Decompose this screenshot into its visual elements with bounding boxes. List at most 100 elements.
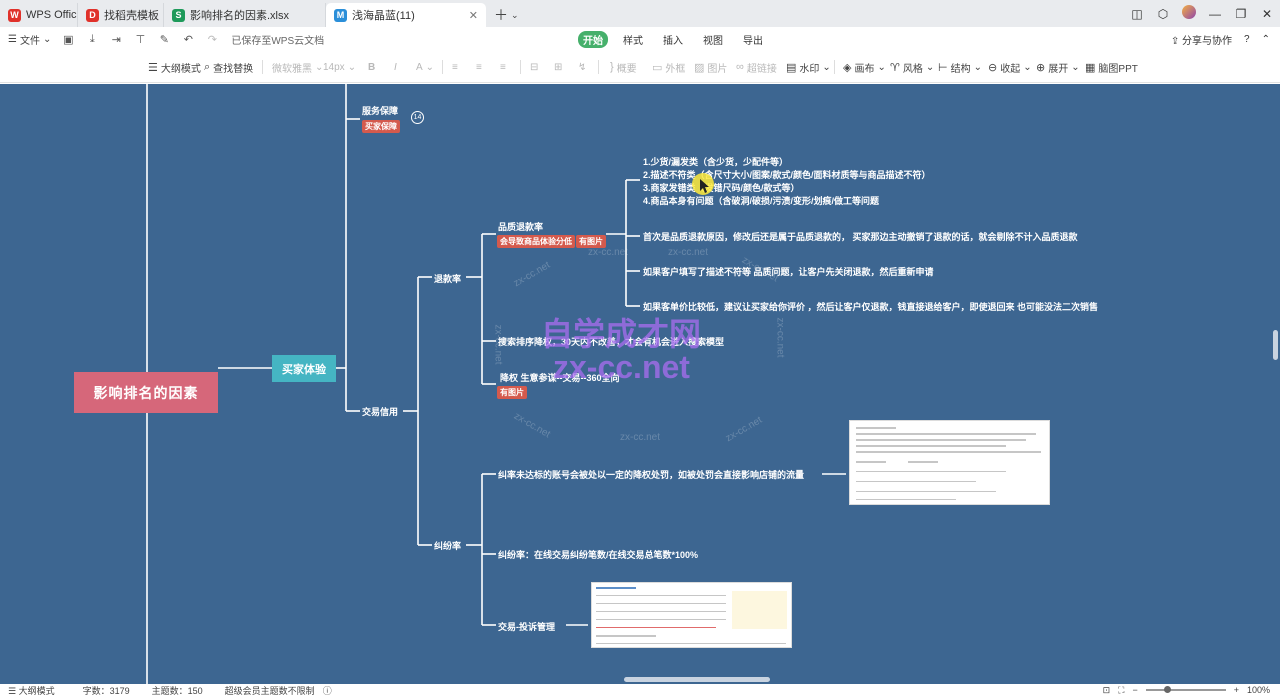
tag-buyer-guarantee[interactable]: 买家保障 <box>362 120 400 133</box>
zoom-slider[interactable] <box>1145 686 1226 693</box>
tab-wps-office[interactable]: W WPS Office <box>0 3 78 27</box>
root-topic[interactable]: 影响排名的因素 <box>74 372 218 413</box>
right-menu: ⇪ 分享与协作 ? ⌃ <box>1171 32 1270 47</box>
screenshot-thumbnail[interactable] <box>591 582 792 648</box>
menu-view[interactable]: 视图 <box>698 31 728 48</box>
tag-low-experience-score[interactable]: 会导致商品体验分低 <box>497 235 575 248</box>
zoom-out-icon[interactable]: − <box>1132 685 1137 695</box>
tab-spreadsheet[interactable]: S 影响排名的因素.xlsx <box>164 3 326 27</box>
pen-icon[interactable]: ✎ <box>157 33 171 47</box>
share-button[interactable]: ⇪ 分享与协作 <box>1171 32 1232 47</box>
mindmap-canvas[interactable]: zx-cc.net zx-cc.net zx-cc.net zx-cc.net … <box>0 84 1280 684</box>
summary-button[interactable]: } 概要 <box>610 60 637 75</box>
italic-button[interactable]: I <box>394 62 397 73</box>
font-size-select[interactable]: 14px ⌄ <box>323 62 356 73</box>
help-icon[interactable]: ? <box>1244 34 1250 45</box>
redo-icon[interactable]: ↷ <box>205 33 219 47</box>
chevron-down-icon: ⌄ <box>925 61 935 73</box>
badge-count[interactable]: 14 <box>411 111 424 124</box>
align-left-icon[interactable]: ≡ <box>452 62 458 73</box>
download-icon[interactable]: ⤓ <box>85 33 99 47</box>
canvas-button[interactable]: ◈ 画布 ⌄ <box>843 60 886 75</box>
menu-start[interactable]: 开始 <box>578 31 608 48</box>
find-replace-button[interactable]: ⌕ 查找替换 <box>204 60 253 75</box>
note-quality-item[interactable]: 3.商家发错类（发错尺码/颜色/款式等） <box>643 181 800 194</box>
note-refund-reapply[interactable]: 如果客户填写了描述不符等 品质问题，让客户先关闭退款，然后重新申请 <box>643 265 934 278</box>
align-right-icon[interactable]: ≡ <box>500 62 506 73</box>
note-quality-item[interactable]: 2.描述不符类（含尺寸大小/图案/款式/颜色/面料材质等与商品描述不符） <box>643 168 931 181</box>
close-window-icon[interactable]: ✕ <box>1254 7 1280 21</box>
file-menu[interactable]: ☰ 文件 ⌄ <box>8 32 51 47</box>
topic-dispute-rate[interactable]: 纠纷率 <box>434 539 461 552</box>
outline-toggle[interactable]: ☰ 大纲模式 <box>8 684 55 696</box>
minimize-icon[interactable]: — <box>1202 7 1228 21</box>
fullscreen-icon[interactable]: ⛶ <box>1118 685 1124 696</box>
structure-icon: ⊢ <box>938 61 948 74</box>
export-icon[interactable]: ⇥ <box>109 33 123 47</box>
outer-box-button[interactable]: ▭ 外框 <box>652 60 685 75</box>
font-family-select[interactable]: 微软雅黑 ⌄ <box>272 60 323 75</box>
menu-export[interactable]: 导出 <box>738 31 768 48</box>
link-icon: ∞ <box>736 61 744 73</box>
tag-has-image[interactable]: 有图片 <box>576 235 606 248</box>
tag-has-image[interactable]: 有图片 <box>497 386 527 399</box>
cube-icon[interactable]: ⬡ <box>1150 7 1176 21</box>
note-refund-only[interactable]: 如果客单价比较低，建议让买家给你评价 ，然后让客户仅退款，钱直接退给客户，即使退… <box>643 300 1098 313</box>
zoom-slider-thumb[interactable] <box>1163 686 1171 693</box>
topic-buyer-experience[interactable]: 买家体验 <box>272 355 336 382</box>
bold-button[interactable]: B <box>368 62 375 73</box>
topic-quality-refund-rate[interactable]: 品质退款率 <box>498 220 543 233</box>
brain-ppt-button[interactable]: ▦ 脑图PPT <box>1085 60 1138 75</box>
save-icon[interactable]: ▣ <box>61 33 75 47</box>
menu-insert[interactable]: 插入 <box>658 31 688 48</box>
zoom-level[interactable]: 100% <box>1247 685 1270 695</box>
status-bar: ☰ 大纲模式 字数：3179 主题数：150 超级会员主题数不限制 ⓘ ⊡ ⛶ … <box>0 684 1280 696</box>
font-color-button[interactable]: A ⌄ <box>416 62 434 73</box>
close-icon[interactable]: ✕ <box>461 9 478 22</box>
vip-note: 超级会员主题数不限制 <box>224 685 315 696</box>
topic-complaint-management[interactable]: 交易-投诉管理 <box>498 620 555 633</box>
topic-service-guarantee[interactable]: 服务保障 <box>362 104 398 117</box>
topic-trade-credit[interactable]: 交易信用 <box>362 405 398 418</box>
search-icon: ⌕ <box>204 60 211 73</box>
note-dispute-formula[interactable]: 纠纷率：在线交易纠纷笔数/在线交易总笔数*100% <box>498 548 698 561</box>
layout-icon[interactable]: ◫ <box>1124 7 1150 21</box>
zoom-in-icon[interactable]: + <box>1234 685 1239 695</box>
expand-button[interactable]: ⊕ 展开 ⌄ <box>1036 60 1080 75</box>
watermark-text: zx-cc.net <box>668 247 709 258</box>
note-quality-item[interactable]: 1.少货/漏发类（含少货，少配件等） <box>643 155 788 168</box>
fit-icon[interactable]: ⊡ <box>1103 685 1111 696</box>
hyperlink-button[interactable]: ∞ 超链接 <box>736 60 777 75</box>
chevron-down-icon[interactable]: ⌄ <box>511 10 519 21</box>
format-painter-icon[interactable]: ⊤ <box>133 33 147 47</box>
outline-mode-button[interactable]: ☰ 大纲模式 <box>148 60 201 75</box>
insert-node-icon[interactable]: ⊟ <box>530 62 538 73</box>
tab-label: 浅海晶蓝(11) <box>352 10 415 22</box>
list-icon: ☰ <box>8 685 17 696</box>
style-button[interactable]: ♈ 风格 ⌄ <box>890 60 934 75</box>
main-menu: 开始 样式 插入 视图 导出 <box>578 31 768 48</box>
menu-style[interactable]: 样式 <box>618 31 648 48</box>
info-icon[interactable]: ⓘ <box>323 684 332 696</box>
tab-template[interactable]: D 找稻壳模板 <box>78 3 164 27</box>
note-dispute-penalty[interactable]: 纠率未达标的账号会被处以一定的降权处罚，如被处罚会直接影响店铺的流量 <box>498 468 804 481</box>
vertical-scrollbar[interactable] <box>1273 330 1278 360</box>
image-button[interactable]: ▨ 图片 <box>694 60 727 75</box>
screenshot-thumbnail[interactable] <box>849 420 1050 505</box>
insert-sub-node-icon[interactable]: ⊞ <box>554 62 562 73</box>
restore-icon[interactable]: ❐ <box>1228 7 1254 21</box>
user-avatar[interactable] <box>1176 5 1202 22</box>
note-quality-item[interactable]: 4.商品本身有问题（含破洞/破损/污渍/变形/划痕/做工等问题 <box>643 194 879 207</box>
note-refund-revoke[interactable]: 首次是品质退款原因，修改后还是属于品质退款的， 买家那边主动撤销了退款的话，就会… <box>643 230 1078 243</box>
horizontal-scrollbar[interactable] <box>624 677 770 682</box>
chevron-up-icon[interactable]: ⌃ <box>1262 34 1270 45</box>
topic-refund-rate[interactable]: 退款率 <box>434 272 461 285</box>
relation-icon[interactable]: ↯ <box>578 62 586 73</box>
new-tab-button[interactable]: ＋ ⌄ <box>486 3 527 27</box>
undo-icon[interactable]: ↶ <box>181 33 195 47</box>
watermark-button[interactable]: ▤ 水印 ⌄ <box>786 60 831 75</box>
tab-mindmap[interactable]: M 浅海晶蓝(11) ✕ <box>326 3 486 27</box>
align-center-icon[interactable]: ≡ <box>476 62 482 73</box>
collapse-button[interactable]: ⊖ 收起 ⌄ <box>988 60 1032 75</box>
structure-button[interactable]: ⊢ 结构 ⌄ <box>938 60 982 75</box>
